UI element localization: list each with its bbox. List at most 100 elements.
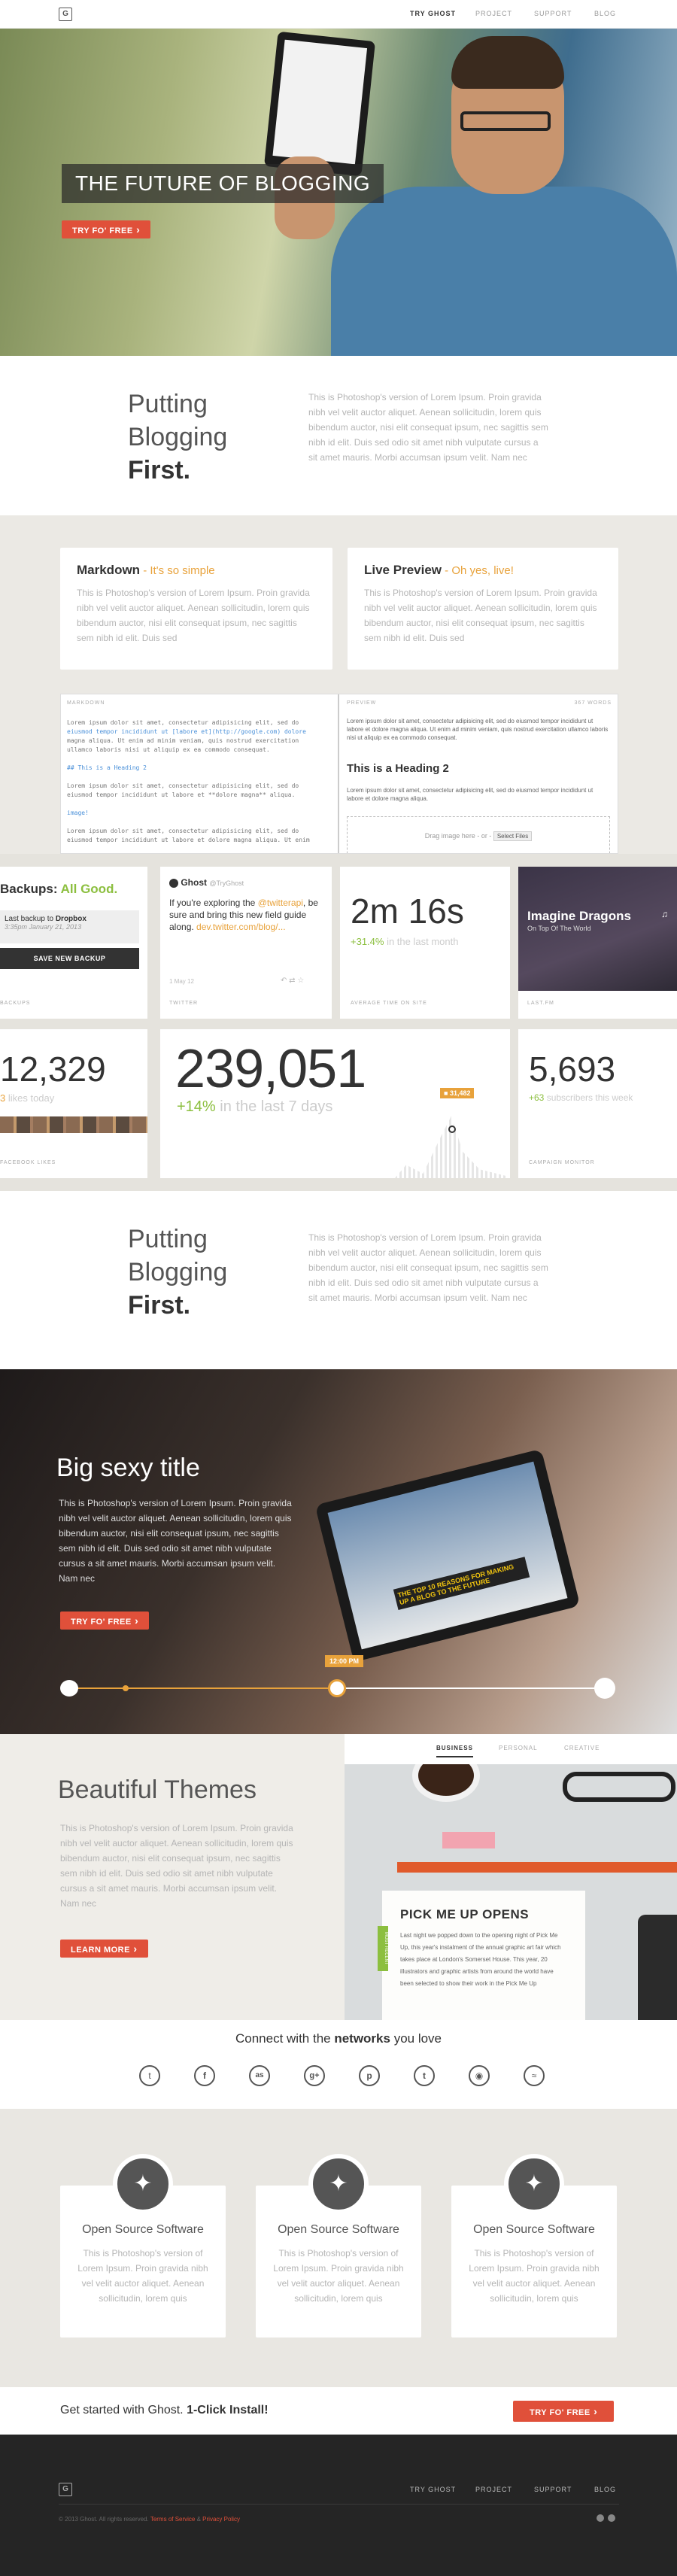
footer-twitter-icon[interactable] [608, 2514, 615, 2522]
feature-card-3: ✦ Open Source Software This is Photoshop… [451, 2154, 617, 2338]
intro-heading: Putting Blogging First. [128, 387, 227, 487]
footer-try-ghost[interactable]: TRY GHOST [410, 2486, 456, 2493]
cm-value: 5,693 [529, 1050, 616, 1089]
intro2-heading: Putting Blogging First. [128, 1223, 227, 1322]
fb-faces-strip [0, 1116, 147, 1133]
pageviews-value: 239,051 [175, 1039, 366, 1099]
twitter-icon[interactable]: t [139, 2065, 160, 2086]
chart-marker[interactable] [448, 1125, 456, 1133]
pinterest-icon[interactable]: p [359, 2065, 380, 2086]
timeline-handle[interactable] [328, 1679, 346, 1697]
markdown-text[interactable]: Lorem ipsum dolor sit amet, consectetur … [67, 718, 330, 845]
terms-link[interactable]: Terms of Service [150, 2516, 196, 2523]
pageviews-badge: ■ 31,482 [440, 1088, 475, 1098]
sexy-cta-button[interactable]: TRY FO' FREE [60, 1612, 150, 1630]
getstarted-cta-button[interactable]: TRY FO' FREE [513, 2401, 615, 2422]
tab-creative[interactable]: CREATIVE [564, 1745, 600, 1751]
note-body: Last night we popped down to the opening… [400, 1932, 561, 1987]
themes-body: This is Photoshop's version of Lorem Ips… [60, 1823, 293, 1909]
tweet-link[interactable]: dev.twitter.com/blog/... [196, 922, 286, 932]
learn-more-button[interactable]: LEARN MORE [60, 1940, 148, 1958]
hero-person-shirt [331, 187, 677, 356]
top-nav: G TRY GHOST PROJECT SUPPORT BLOG [0, 0, 677, 29]
tweet-date: 1 May 12 [169, 978, 194, 985]
footer-blog[interactable]: BLOG [594, 2486, 616, 2493]
footer-support[interactable]: SUPPORT [534, 2486, 572, 2493]
lastfm-artist: Imagine Dragons [527, 909, 631, 923]
lastfm-label: LAST.FM [527, 1001, 554, 1006]
image-dropzone[interactable]: Drag image here - or - Select Files [347, 816, 610, 853]
select-files-button[interactable]: Select Files [493, 831, 533, 841]
nav-try-ghost[interactable]: TRY GHOST [410, 10, 456, 17]
preview-text: Lorem ipsum dolor sit amet, consectetur … [347, 718, 609, 741]
ghost-logo[interactable]: G [59, 8, 72, 21]
tab-personal[interactable]: PERSONAL [499, 1745, 538, 1751]
nav-support[interactable]: SUPPORT [534, 10, 572, 17]
footer [0, 2435, 677, 2576]
feature-title: Open Source Software [82, 2223, 204, 2236]
themes-desk-image: PICK ME UP OPENS Last night we popped do… [345, 1764, 677, 2020]
note-tag: MOST RECENT [378, 1926, 388, 1971]
twitter-widget: Ghost @TryGhost If you're exploring the … [160, 867, 332, 1019]
hero-glasses [460, 111, 551, 131]
sexy-body: This is Photoshop's version of Lorem Ips… [59, 1498, 292, 1584]
phone [638, 1915, 677, 2020]
coffee-cup [412, 1764, 480, 1802]
feature-card-1: ✦ Open Source Software This is Photoshop… [60, 2154, 226, 2338]
markdown-subtitle: - It's so simple [140, 564, 215, 577]
backups-heading: Backups: All Good. [0, 882, 118, 896]
googleplus-icon[interactable]: g+ [304, 2065, 325, 2086]
preview-text2: Lorem ipsum dolor sit amet, consectetur … [347, 787, 594, 802]
tab-business[interactable]: BUSINESS [436, 1745, 473, 1757]
twitter-bird-icon: ✦ [308, 2154, 369, 2214]
camera-icon[interactable] [60, 1680, 78, 1697]
nav-blog[interactable]: BLOG [594, 10, 616, 17]
cm-label: CAMPAIGN MONITOR [529, 1160, 595, 1165]
markdown-body: This is Photoshop's version of Lorem Ips… [77, 588, 310, 643]
fb-likes-delta: 3 likes today [0, 1092, 55, 1104]
facebook-widget: 12,329 3 likes today FACEBOOK LIKES [0, 1029, 147, 1178]
sexy-title: Big sexy title [56, 1454, 200, 1482]
fb-likes-value: 12,329 [0, 1050, 106, 1089]
tweet-actions-icons[interactable]: ↶ ⇄ ☆ [281, 977, 304, 985]
pageviews-sparkline [395, 1116, 508, 1178]
markdown-card: Markdown - It's so simple This is Photos… [60, 548, 332, 670]
intro-line2: Blogging [128, 423, 228, 451]
spotify-icon[interactable]: ≈ [524, 2065, 545, 2086]
facebook-icon[interactable]: f [194, 2065, 215, 2086]
timeline-dot[interactable] [123, 1685, 129, 1691]
hero-title: THE FUTURE OF BLOGGING [62, 164, 384, 203]
privacy-link[interactable]: Privacy Policy [202, 2516, 240, 2523]
lastfm-widget: Imagine Dragons On Top Of The World ♫ LA… [518, 867, 677, 1019]
feature-card-2: ✦ Open Source Software This is Photoshop… [256, 2154, 421, 2338]
music-note-icon: ♫ [661, 909, 668, 919]
nav-project[interactable]: PROJECT [475, 10, 512, 17]
save-backup-button[interactable]: SAVE NEW BACKUP [0, 948, 139, 969]
lastfm-track: On Top Of The World [527, 925, 591, 932]
lastfm-icon[interactable]: as [249, 2065, 270, 2086]
markdown-pane: MARKDOWN Lorem ipsum dolor sit amet, con… [61, 694, 339, 853]
timeline-end[interactable] [594, 1678, 615, 1699]
timeline-time: 12:00 PM [325, 1655, 364, 1667]
backups-widget: Backups: All Good. Last backup to Dropbo… [0, 867, 147, 1019]
preview-pane: PREVIEW 367 WORDS Lorem ipsum dolor sit … [341, 694, 618, 853]
themes-tabs: BUSINESS PERSONAL CREATIVE [345, 1734, 677, 1764]
timeline-progress [69, 1687, 336, 1689]
footer-project[interactable]: PROJECT [475, 2486, 512, 2493]
intro2-line2: Blogging [128, 1258, 228, 1286]
twitter-author: Ghost @TryGhost [169, 877, 244, 888]
preview-subtitle: - Oh yes, live! [442, 564, 514, 577]
preview-card: Live Preview - Oh yes, live! This is Pho… [348, 548, 618, 670]
campaign-monitor-widget: 5,693 +63 subscribers this week CAMPAIGN… [518, 1029, 677, 1178]
tumblr-icon[interactable]: t [414, 2065, 435, 2086]
preview-body: This is Photoshop's version of Lorem Ips… [364, 588, 597, 643]
twitter-label: TWITTER [169, 1001, 199, 1006]
note-title: PICK ME UP OPENS [400, 1907, 530, 1921]
footer-logo[interactable]: G [59, 2483, 72, 2496]
hero-cta-button[interactable]: TRY FO' FREE [62, 220, 151, 238]
hero-tablet [263, 31, 376, 177]
pageviews-widget: 239,051 +14% in the last 7 days ■ 31,482 [160, 1029, 510, 1178]
footer-github-icon[interactable] [597, 2514, 604, 2522]
desk-glasses [563, 1772, 675, 1802]
dribbble-icon[interactable]: ◉ [469, 2065, 490, 2086]
